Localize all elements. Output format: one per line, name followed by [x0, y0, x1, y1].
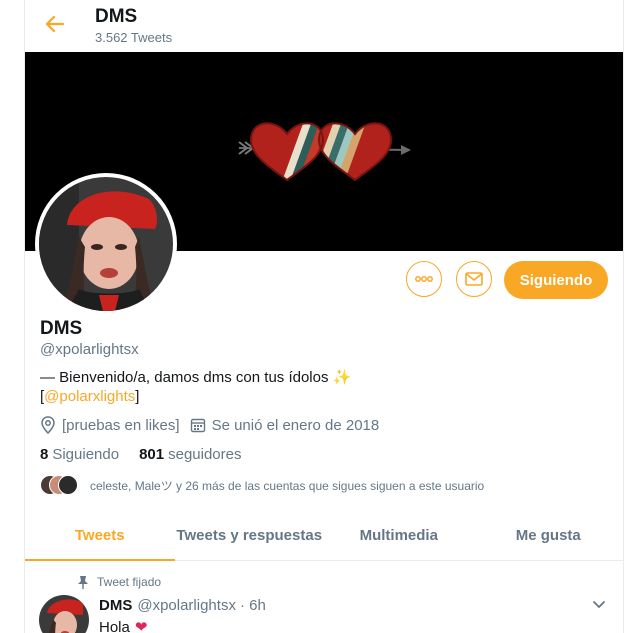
profile-handle: @xpolarlightsx — [40, 341, 139, 358]
tab-tweets[interactable]: Tweets — [25, 511, 175, 561]
tweet-text: Hola ❤ — [99, 618, 147, 633]
profile-tabs: Tweets Tweets y respuestas Multimedia Me… — [25, 511, 623, 561]
bio-text: — Bienvenido/a, damos dms con tus ídolos — [40, 369, 329, 386]
followers-count: 801 — [139, 446, 165, 463]
message-button[interactable] — [456, 261, 492, 297]
more-button[interactable] — [406, 261, 442, 297]
mini-avatar — [58, 475, 78, 495]
followers-you-know[interactable]: celeste, Maleツ y 26 más de las cuentas q… — [40, 475, 484, 495]
back-button[interactable] — [43, 12, 67, 36]
mail-icon — [465, 272, 483, 286]
tab-tweets-and-replies[interactable]: Tweets y respuestas — [175, 511, 325, 560]
sparkles-icon: ✨ — [332, 369, 352, 386]
pinned-indicator: Tweet fijado — [77, 575, 161, 589]
tweet-time[interactable]: · 6h — [240, 597, 266, 614]
avatar-image — [39, 177, 173, 311]
tab-likes[interactable]: Me gusta — [474, 511, 624, 560]
pin-icon — [78, 576, 88, 589]
profile-meta: [pruebas en likes] Se unió el enero de 2… — [40, 416, 389, 434]
following-button[interactable]: Siguiendo — [504, 261, 608, 299]
location-item: [pruebas en likes] — [40, 416, 180, 434]
followers-you-know-text: celeste, Maleツ y 26 más de las cuentas q… — [90, 478, 485, 493]
mini-avatars — [40, 475, 84, 495]
calendar-icon — [190, 418, 205, 433]
bio-bracket-close: ] — [135, 388, 140, 405]
heart-emoji: ❤ — [134, 619, 148, 633]
header-tweet-count: 3.562 Tweets — [95, 30, 173, 45]
profile-header: DMS 3.562 Tweets — [25, 0, 623, 50]
profile-name: DMS — [40, 318, 83, 339]
joined-item: Se unió el enero de 2018 — [190, 416, 380, 434]
tab-media[interactable]: Multimedia — [324, 511, 474, 560]
tweet-author-name[interactable]: DMS — [99, 597, 132, 614]
following-count: 8 — [40, 446, 49, 463]
followers-link[interactable]: 801 seguidores — [139, 446, 241, 463]
tweet-menu-button[interactable] — [591, 596, 607, 617]
header-title: DMS — [95, 6, 138, 27]
profile-column: DMS 3.562 Tweets Siguiendo DMS @xpolarli… — [24, 0, 624, 633]
arrow-left-icon — [45, 15, 65, 33]
following-link[interactable]: 8 Siguiendo — [40, 446, 119, 463]
tweet-header: DMS @xpolarlightsx · 6h — [99, 597, 266, 614]
location-icon — [41, 416, 55, 434]
followers-label: seguidores — [168, 446, 242, 463]
bio-mention-link[interactable]: @polarxlights — [44, 388, 135, 405]
tweet-text-content: Hola — [99, 618, 130, 633]
more-icon — [415, 276, 433, 282]
profile-bio: — Bienvenido/a, damos dms con tus ídolos… — [40, 368, 351, 406]
follow-stats: 8 Siguiendo 801 seguidores — [40, 446, 262, 463]
location-text: [pruebas en likes] — [62, 416, 180, 434]
tweet-author-handle: @xpolarlightsx — [137, 597, 236, 614]
profile-avatar[interactable] — [35, 173, 177, 315]
following-label: Siguiendo — [52, 446, 120, 463]
tweet-avatar[interactable] — [39, 595, 89, 633]
chevron-down-icon — [593, 601, 605, 608]
tweet-avatar-image — [39, 595, 89, 633]
joined-text: Se unió el enero de 2018 — [211, 416, 380, 434]
pinned-label: Tweet fijado — [97, 575, 162, 589]
